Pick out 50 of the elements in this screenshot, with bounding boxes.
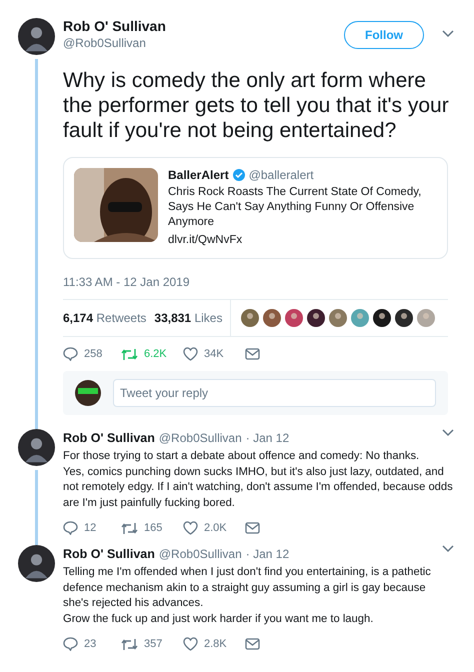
retweet-count: 357 (144, 638, 162, 650)
avatar (75, 380, 101, 406)
like-count: 2.8K (204, 638, 227, 650)
heart-icon[interactable] (183, 521, 198, 535)
chevron-down-icon[interactable] (442, 545, 454, 553)
avatar[interactable] (395, 309, 414, 327)
user-handle[interactable]: @Rob0Sullivan (158, 547, 242, 561)
heart-icon[interactable] (183, 637, 198, 651)
quoted-tweet-card[interactable]: BallerAlert @balleralert Chris Rock Roasts The Current State Of Comedy, Says He Can't Say Anything Funny Or Offensive Anymore dlvr.it/QwNvFx (63, 157, 448, 259)
reply-input[interactable]: Tweet your reply (113, 379, 436, 407)
like-count: 34K (204, 348, 224, 360)
retweet-icon[interactable] (121, 638, 138, 650)
reply-count: 258 (84, 348, 102, 360)
reply-text: For those trying to start a debate about offence and comedy: No thanks. Yes, comics punching down sucks IMHO, but it's also just lazy, outdated, and not remotely edgy. If I ain't watching, don't assume I'm offended, because odds are I'm just painfully fucking bored. (63, 449, 454, 510)
retweet-count: 6.2K (144, 348, 167, 360)
tweet-text: Why is comedy the only art form where the performer gets to tell you that it's your fault if you're not being entertained? (63, 68, 450, 143)
message-icon[interactable] (245, 348, 260, 360)
reply-count: 23 (84, 638, 96, 650)
reply-icon[interactable] (63, 521, 78, 535)
reply-count: 12 (84, 522, 96, 534)
reply-date[interactable]: · Jan 12 (246, 547, 290, 561)
user-handle[interactable]: @Rob0Sullivan (63, 36, 166, 50)
like-count: 2.0K (204, 522, 227, 534)
user-name[interactable]: Rob O' Sullivan (63, 547, 155, 561)
retweet-icon[interactable] (121, 348, 138, 360)
avatar[interactable] (373, 309, 392, 327)
message-icon[interactable] (245, 522, 260, 534)
user-name[interactable]: Rob O' Sullivan (63, 18, 166, 34)
reply-text: Telling me I'm offended when I just don't find you entertaining, is a pathetic defence mechanism akin to a straight guy assuming a girl is gay because she's rejected his advances. Grow the fuck up and just work harder if you want me to laugh. (63, 565, 432, 626)
chevron-down-icon[interactable] (442, 30, 454, 38)
quoted-user-handle: @balleralert (248, 168, 314, 182)
heart-icon[interactable] (183, 347, 198, 361)
message-icon[interactable] (245, 638, 260, 650)
avatar (18, 18, 55, 55)
retweet-count: 165 (144, 522, 162, 534)
stat-count[interactable]: 33,831 Likes (154, 311, 222, 325)
tweet-timestamp: 11:33 AM - 12 Jan 2019 (63, 275, 191, 289)
avatar (18, 545, 55, 582)
user-name[interactable]: Rob O' Sullivan (63, 431, 155, 445)
stat-count[interactable]: 6,174 Retweets (63, 311, 146, 325)
avatar[interactable] (307, 309, 326, 327)
user-handle[interactable]: @Rob0Sullivan (158, 431, 242, 445)
avatar (18, 429, 55, 466)
reply-icon[interactable] (63, 637, 78, 651)
chevron-down-icon[interactable] (442, 429, 454, 437)
reply-icon[interactable] (63, 347, 78, 361)
retweet-icon[interactable] (121, 522, 138, 534)
quoted-link[interactable]: dlvr.it/QwNvFx (168, 233, 242, 248)
quoted-user-name: BallerAlert (168, 168, 229, 182)
reply-date[interactable]: · Jan 12 (246, 431, 290, 445)
